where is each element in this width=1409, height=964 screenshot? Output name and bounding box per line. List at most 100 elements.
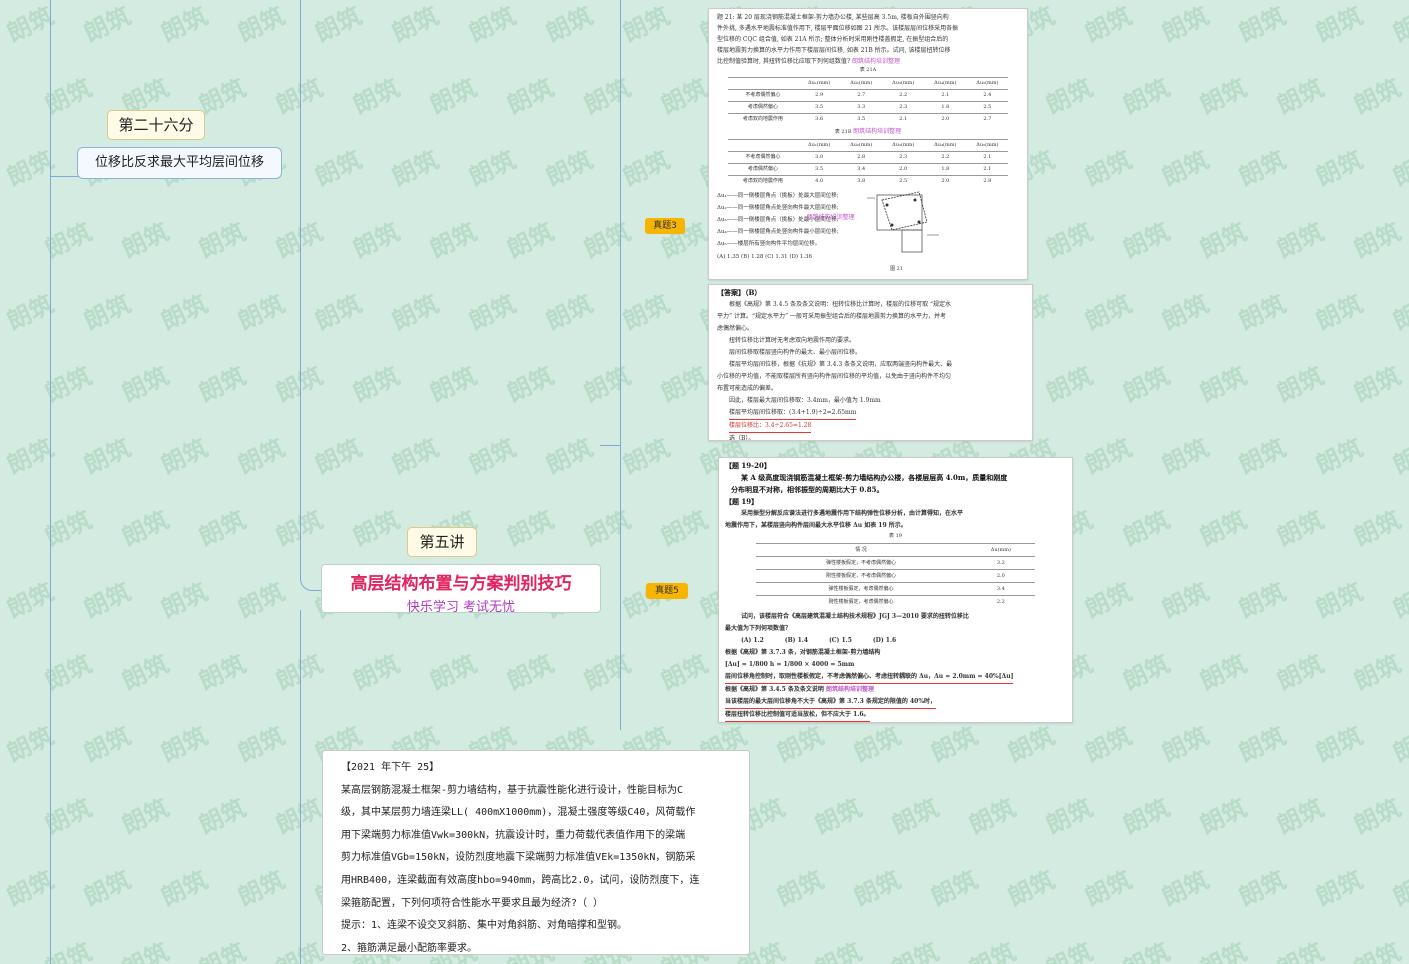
- stamp-text: 朗筑结构培训整理: [851, 58, 900, 65]
- node-lecture-5[interactable]: 第五讲: [407, 527, 477, 557]
- spine-line: [50, 0, 51, 964]
- q19-line: 某 A 级高度现浇钢筋混凝土框架-剪力墙结构办公楼，各楼层层高 4.0m，质量和…: [741, 473, 1008, 482]
- q21-line: 楼层地震剪力换算的水平力作用下楼层层间位移, 如表 21B 所示。试问, 该楼层…: [717, 47, 951, 54]
- watermark-text: 朗筑: [965, 794, 1020, 840]
- table-row: 刚性楼板假定，不考虑偶然偏心 2.0: [755, 569, 1036, 583]
- q19-answer: 根据《高规》第 3.7.3 条，对钢筋混凝土框架-剪力墙结构: [725, 649, 881, 656]
- watermark-text: 朗筑: [1350, 794, 1405, 840]
- watermark-text: 朗筑: [1081, 434, 1136, 480]
- watermark-text: 朗筑: [927, 722, 982, 768]
- image-question-19-20[interactable]: 【题 19-20】 某 A 级高度现浇钢筋混凝土框架-剪力墙结构办公楼，各楼层层…: [718, 457, 1073, 723]
- watermark-text: 朗筑: [1004, 722, 1059, 768]
- q2021-hint: 提示：1、连梁不设交叉斜筋、集中对角斜筋、对角暗撑和型钢。: [341, 920, 628, 932]
- note-line: Δu₄——同一侧楼层角点处竖向构件最小层间位移;: [717, 229, 839, 235]
- answer-line: 选（B）。: [729, 435, 755, 441]
- watermark-text: 朗筑: [1081, 290, 1136, 336]
- watermark-text: 朗筑: [1042, 794, 1097, 840]
- watermark-text: 朗筑: [1081, 2, 1136, 48]
- watermark-text: 朗筑: [850, 722, 905, 768]
- watermark-text: 朗筑: [1119, 362, 1174, 408]
- watermark-text: 朗筑: [1389, 146, 1409, 192]
- watermark-text: 朗筑: [41, 794, 96, 840]
- watermark-text: 朗筑: [1389, 578, 1409, 624]
- watermark-text: 朗筑: [811, 938, 866, 964]
- note-line: Δu₅——楼层所有竖向构件平均层间位移。: [717, 241, 821, 247]
- watermark-text: 朗筑: [1196, 362, 1251, 408]
- q19-answer: 层间位移角控制时，取刚性楼板假定，不考虑偶然偏心、考虑扭转耦联的 Δu，Δu =…: [725, 671, 1066, 684]
- q2021-line: 某高层钢筋混凝土框架-剪力墙结构，基于抗震性能化进行设计，性能目标为C: [341, 784, 684, 796]
- watermark-text: 朗筑: [542, 290, 597, 336]
- watermark-text: 朗筑: [1273, 794, 1328, 840]
- watermark-text: 朗筑: [1350, 506, 1405, 552]
- watermark-text: 朗筑: [1081, 146, 1136, 192]
- table-row: 不考虑偶然偏心 2.9 2.7 2.2 2.1 2.4: [727, 89, 1009, 102]
- watermark-text: 朗筑: [1119, 650, 1174, 696]
- watermark-text: 朗筑: [1158, 722, 1213, 768]
- q21-line: 题 21: 某 20 层现浇钢筋混凝土框架-剪力墙办公楼, 某些层高 3.5m,…: [717, 14, 949, 21]
- tag-zt5[interactable]: 真题5: [646, 583, 688, 599]
- watermark-text: 朗筑: [619, 146, 674, 192]
- watermark-text: 朗筑: [41, 218, 96, 264]
- question-2021-card[interactable]: 【2021 年下午 25】 某高层钢筋混凝土框架-剪力墙结构，基于抗震性能化进行…: [322, 750, 750, 955]
- watermark-text: 朗筑: [41, 506, 96, 552]
- answer-line: 虑偶然偏心。: [717, 325, 754, 332]
- watermark-text: 朗筑: [388, 146, 443, 192]
- table-row: 弹性楼板假定，考虑偶然偏心 3.4: [755, 582, 1036, 596]
- watermark-text: 朗筑: [80, 434, 135, 480]
- table-row: 考虑双向地震作用 4.0 3.8 2.5 2.0 2.8: [727, 175, 1009, 187]
- main-topic-node[interactable]: 高层结构布置与方案判别技巧 快乐学习 考试无忧: [321, 564, 601, 615]
- table-21a: Δu₁(mm) Δu₂(mm) Δu₃(mm) Δu₄(mm) Δu₅(mm) 不考虑偶…: [727, 77, 1009, 125]
- watermark-text: 朗筑: [657, 362, 712, 408]
- watermark-text: 朗筑: [465, 2, 520, 48]
- q19-title: 【题 19-20】: [725, 461, 771, 470]
- watermark-text: 朗筑: [80, 866, 135, 912]
- table-19: 情 况 Δu(mm) 弹性楼板假定，不考虑偶然偏心 3.2 刚性楼板假定，不考虑偶然…: [755, 543, 1036, 608]
- watermark-text: 朗筑: [41, 650, 96, 696]
- watermark-text: 朗筑: [580, 362, 635, 408]
- watermark-text: 朗筑: [619, 2, 674, 48]
- watermark-text: 朗筑: [888, 794, 943, 840]
- watermark-text: 朗筑: [234, 866, 289, 912]
- watermark-text: 朗筑: [157, 866, 212, 912]
- watermark-text: 朗筑: [388, 290, 443, 336]
- q2021-hint: 2、箍筋满足最小配筋率要求。: [341, 942, 478, 954]
- answer-line: 因此，楼层最大层间位移取：3.4mm，最小值为 1.9mm: [729, 397, 881, 404]
- watermark-text: 朗筑: [157, 290, 212, 336]
- watermark-text: 朗筑: [118, 794, 173, 840]
- watermark-text: 朗筑: [426, 362, 481, 408]
- image-question-21[interactable]: 题 21: 某 20 层现浇钢筋混凝土框架-剪力墙办公楼, 某些层高 3.5m,…: [708, 8, 1028, 280]
- tag-zt3[interactable]: 真题3: [645, 218, 685, 234]
- options-line: (A) 1.35 (B) 1.28 (C) 1.31 (D) 1.36: [717, 254, 813, 260]
- watermark-text: 朗筑: [1196, 218, 1251, 264]
- q2021-line: 用下梁端剪力标准值Vwk=300kN，抗震设计时，重力荷载代表值作用下的梁端: [341, 829, 686, 841]
- watermark-text: 朗筑: [503, 74, 558, 120]
- branch-line-zt5: [620, 445, 621, 730]
- watermark-text: 朗筑: [1312, 2, 1367, 48]
- q19-options: (A) 1.2 (B) 1.4 (C) 1.5 (D) 1.6: [741, 637, 897, 644]
- answer-line: 扭转位移比计算时无考虑双向地震作用的要求。: [729, 337, 856, 344]
- watermark-text: 朗筑: [1350, 74, 1405, 120]
- table-row: 弹性楼板假定，不考虑偶然偏心 3.2: [755, 556, 1036, 570]
- watermark-text: 朗筑: [1312, 722, 1367, 768]
- image-answer-21[interactable]: 【答案】（B） 根据《高规》第 3.4.5 条及条文说明：扭转位移比计算时，楼层…: [708, 284, 1033, 441]
- node-displacement-ratio[interactable]: 位移比反求最大平均层间位移: [77, 147, 282, 179]
- watermark-text: 朗筑: [195, 650, 250, 696]
- watermark-text: 朗筑: [80, 2, 135, 48]
- watermark-text: 朗筑: [1119, 506, 1174, 552]
- watermark-text: 朗筑: [1350, 218, 1405, 264]
- watermark-text: 朗筑: [311, 2, 366, 48]
- watermark-text: 朗筑: [1312, 866, 1367, 912]
- node-26th-point[interactable]: 第二十六分: [107, 110, 205, 140]
- watermark-text: 朗筑: [1312, 146, 1367, 192]
- q2021-line: 剪力标准值VGb=150kN，设防烈度地震下梁端剪力标准值VEk=1350kN，…: [341, 852, 696, 864]
- watermark-text: 朗筑: [542, 434, 597, 480]
- watermark-text: 朗筑: [542, 146, 597, 192]
- watermark-text: 朗筑: [80, 578, 135, 624]
- q21-line: 型位移的 CQC 组合值, 如表 21A 所示; 整体分析时采用刚性楼盖假定, …: [717, 36, 949, 43]
- q2021-line: 级，其中某层剪力墙连梁LL( 400mX1000mm)，混凝土强度等级C40，风…: [341, 807, 696, 819]
- floor-plan-figure: [866, 191, 939, 253]
- watermark-text: 朗筑: [657, 650, 712, 696]
- watermark-text: 朗筑: [1235, 290, 1290, 336]
- watermark-text: 朗筑: [234, 290, 289, 336]
- q19-answer: 楼层扭转位移比控制值可适当放松，但不应大于 1.6。: [725, 709, 1066, 722]
